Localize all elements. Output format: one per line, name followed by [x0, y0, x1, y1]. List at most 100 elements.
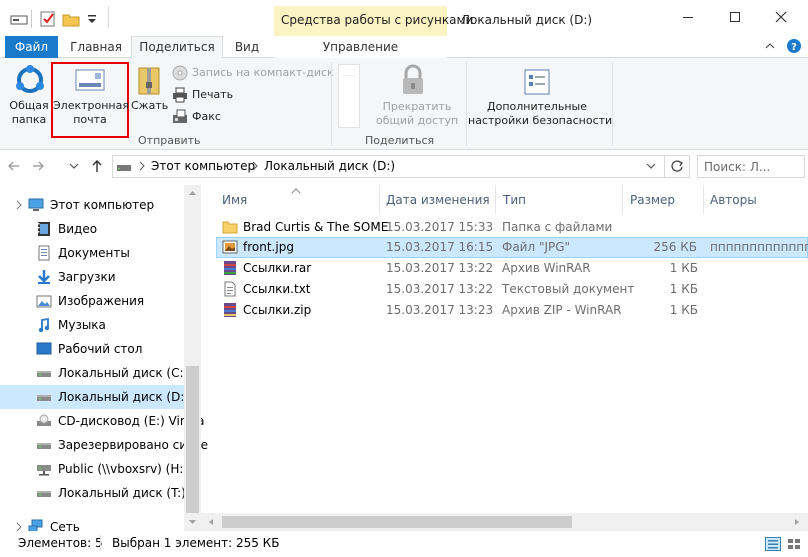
sidebar-item[interactable]: Локальный диск (D:) [0, 385, 189, 409]
file-type: Текстовый документ [502, 282, 635, 296]
qat-new-folder-icon[interactable] [62, 10, 80, 28]
documents-icon [36, 245, 52, 261]
column-name[interactable]: Имя [222, 193, 247, 207]
tab-home[interactable]: Главная [64, 36, 128, 58]
refresh-button[interactable] [664, 156, 688, 177]
fax-button[interactable]: Факс [172, 108, 252, 126]
network-drive-icon [36, 461, 52, 477]
share-button[interactable]: Общая папка [6, 62, 52, 132]
stop-sharing-button[interactable]: Прекратить общий доступ [376, 62, 458, 128]
tab-manage[interactable]: Управление [274, 36, 447, 58]
sidebar-item[interactable]: Музыка [0, 313, 184, 337]
column-date[interactable]: Дата изменения [386, 193, 490, 207]
table-row[interactable]: Ссылки.zip 15.03.2017 13:23 Архив ZIP - Wi… [216, 300, 808, 321]
column-separator[interactable] [495, 185, 496, 214]
email-label-2: почта [73, 113, 107, 126]
recent-locations-button[interactable] [68, 160, 80, 172]
table-row[interactable]: Brad Curtis & The SOME 15.03.2017 15:33 Па… [216, 217, 808, 238]
forward-button[interactable] [30, 158, 46, 174]
sidebar-item[interactable]: Документы [0, 241, 184, 265]
table-row[interactable]: Ссылки.txt 15.03.2017 13:22 Текстовый доку… [216, 279, 808, 300]
close-button[interactable] [758, 0, 804, 34]
file-size: 1 КБ [669, 282, 698, 296]
table-row[interactable]: Ссылки.rar 15.03.2017 13:22 Архив WinRAR 1 … [216, 258, 808, 279]
column-separator[interactable] [703, 185, 704, 214]
stop-sharing-label-1: Прекратить [382, 100, 452, 113]
column-separator[interactable] [379, 185, 380, 214]
breadcrumb-this-pc[interactable]: Этот компьютер [151, 159, 255, 173]
chevron-down-icon [646, 163, 656, 169]
column-type[interactable]: Тип [503, 193, 526, 207]
address-dropdown-button[interactable] [645, 160, 657, 172]
details-view-icon[interactable] [765, 537, 781, 551]
large-icons-view-icon[interactable] [786, 537, 802, 551]
sidebar-item[interactable]: Локальный диск (C:) [0, 361, 188, 385]
email-button[interactable]: Электронная почта [53, 64, 129, 134]
breadcrumb-chevron-icon[interactable] [250, 160, 260, 172]
file-date: 15.03.2017 13:23 [386, 303, 494, 317]
search-input[interactable]: Поиск: Л... [704, 160, 770, 174]
tab-view[interactable]: Вид [226, 36, 268, 58]
security-settings-icon [523, 68, 551, 96]
minimize-icon [683, 17, 693, 18]
file-authors: пппппппппппппп [710, 240, 808, 254]
sidebar-item[interactable]: CD-дисковод (E:) Virtua [0, 409, 204, 433]
drive-icon [36, 365, 52, 381]
breadcrumb-chevron-icon[interactable] [137, 160, 147, 172]
scroll-right-icon[interactable] [791, 516, 803, 528]
help-icon[interactable]: ? [786, 38, 802, 54]
contextual-tab-group-label: Средства работы с рисунками [281, 13, 474, 27]
breadcrumb-drive-d[interactable]: Локальный диск (D:) [264, 159, 395, 173]
column-size[interactable]: Размер [630, 193, 675, 207]
sidebar-item[interactable]: Этот компьютер [0, 193, 184, 217]
table-row[interactable]: front.jpg 15.03.2017 16:15 Файл "JPG" 256 К… [216, 237, 808, 258]
sidebar-item[interactable]: Загрузки [0, 265, 184, 289]
back-button[interactable] [6, 158, 22, 174]
share-with-list[interactable] [338, 64, 360, 128]
qat-dropdown-icon[interactable] [86, 12, 98, 26]
file-type: Архив WinRAR [502, 261, 591, 275]
maximize-icon [730, 12, 740, 22]
sidebar-item[interactable]: Зарезервировано систе [0, 433, 208, 457]
navigation-pane-scrollbar-thumb[interactable] [186, 366, 199, 513]
ribbon-collapse-icon[interactable] [763, 40, 777, 52]
advanced-security-button[interactable]: Дополнительные настройки безопасности [468, 62, 612, 128]
qat-properties-icon[interactable] [39, 10, 57, 28]
sidebar-item-label: Этот компьютер [50, 198, 155, 212]
expand-chevron-icon[interactable] [14, 199, 24, 211]
music-icon [36, 317, 52, 333]
file-size: 1 КБ [669, 261, 698, 275]
advanced-security-label-1: Дополнительные [487, 100, 587, 113]
column-separator[interactable] [622, 185, 623, 214]
maximize-button[interactable] [712, 0, 758, 34]
scroll-left-icon[interactable] [205, 516, 217, 528]
sidebar-item-label: Локальный диск (T:) [58, 486, 186, 500]
print-label: Печать [192, 88, 234, 101]
sidebar-item[interactable]: Локальный диск (T:) [0, 481, 186, 505]
sidebar-item[interactable]: Public (\\vboxsrv) (H:) [0, 457, 188, 481]
sidebar-item[interactable]: Изображения [0, 289, 184, 313]
file-name: Ссылки.rar [243, 261, 312, 275]
zip-button[interactable]: Сжать [131, 62, 168, 114]
window-title: Локальный диск (D:) [461, 13, 593, 27]
qat-separator [31, 10, 32, 28]
sidebar-item[interactable]: Видео [0, 217, 184, 241]
search-box[interactable]: Поиск: Л... [697, 155, 805, 178]
column-authors[interactable]: Авторы [710, 193, 757, 207]
minimize-button[interactable] [665, 0, 711, 34]
sidebar-item[interactable]: Рабочий стол [0, 337, 184, 361]
share-with-list-line [343, 75, 355, 76]
sidebar-item-label: Локальный диск (C:) [58, 366, 189, 380]
up-button[interactable] [89, 158, 105, 174]
tab-share[interactable]: Поделиться [131, 36, 223, 59]
tab-file[interactable]: Файл [5, 36, 58, 58]
fax-icon [172, 109, 188, 125]
scroll-up-icon[interactable] [186, 187, 199, 199]
app-icon [10, 12, 28, 26]
burn-button[interactable]: Запись на компакт-диск [172, 64, 334, 82]
image-file-icon [222, 239, 238, 255]
scroll-down-icon[interactable] [186, 516, 199, 528]
horizontal-scrollbar-thumb[interactable] [222, 516, 572, 528]
print-button[interactable]: Печать [172, 86, 252, 104]
sidebar-item-label: Локальный диск (D:) [58, 390, 190, 404]
